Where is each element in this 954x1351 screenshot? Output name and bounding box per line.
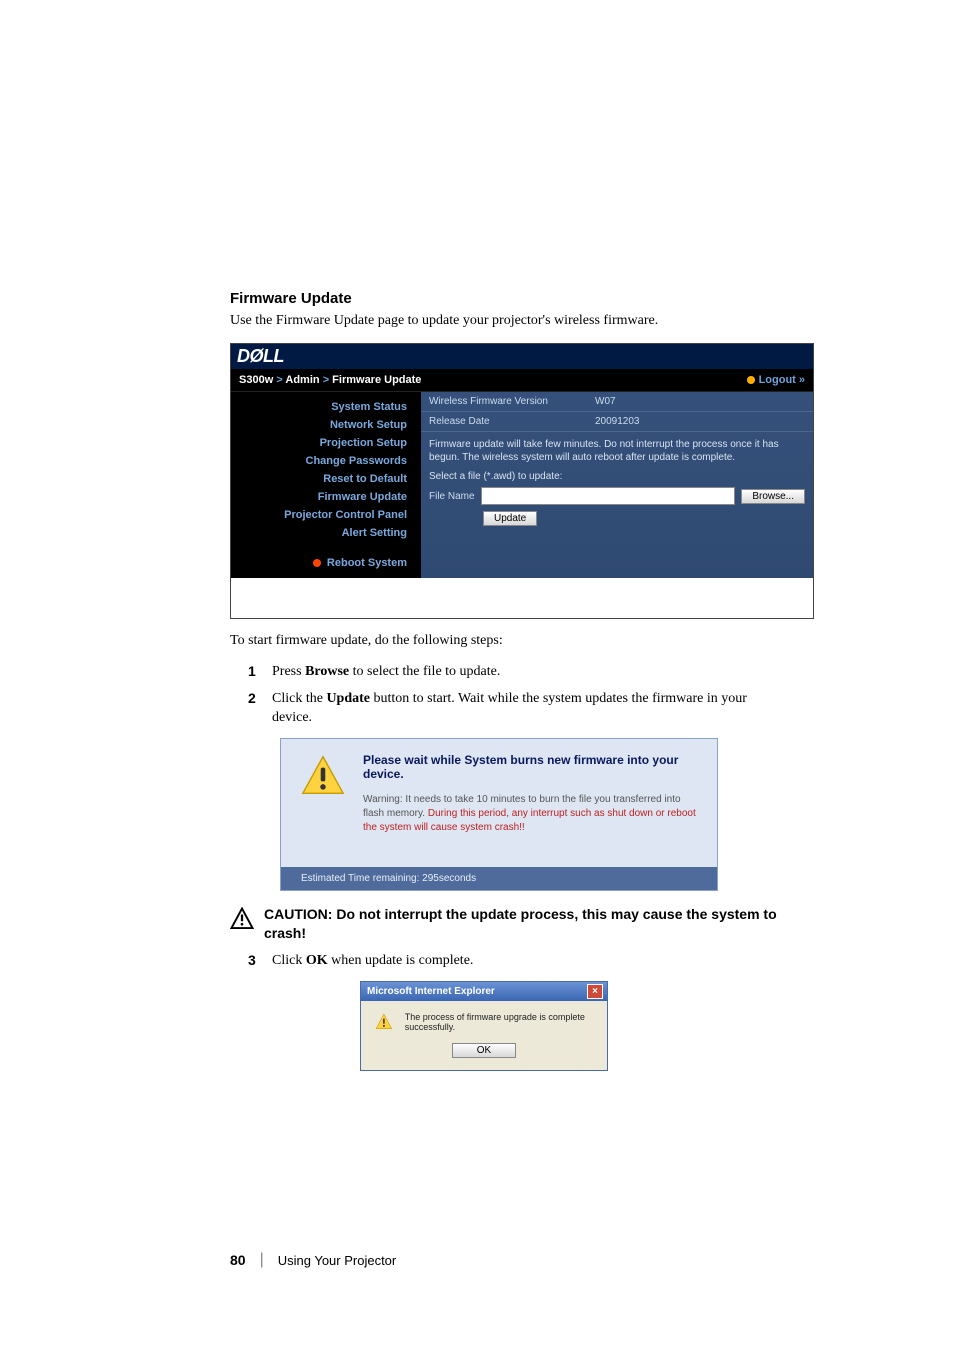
step-3: 3 Click OK when update is complete.: [248, 952, 784, 971]
filename-label: File Name: [429, 491, 475, 502]
warning-icon: [301, 753, 345, 845]
fw-version-value: W07: [587, 392, 813, 411]
progress-time-remaining: Estimated Time remaining: 295seconds: [281, 867, 717, 890]
crumb-admin[interactable]: Admin: [285, 374, 319, 386]
release-date-value: 20091203: [587, 412, 813, 431]
crumb-root[interactable]: S300w: [239, 374, 273, 386]
step-number: 1: [248, 663, 262, 682]
browse-button[interactable]: Browse...: [741, 489, 805, 504]
sidebar-item-reboot[interactable]: Reboot System: [231, 554, 421, 572]
sidebar-item-projector-control[interactable]: Projector Control Panel: [231, 506, 421, 524]
close-icon[interactable]: ×: [587, 984, 603, 999]
logout-link[interactable]: Logout »: [747, 374, 805, 386]
reboot-label: Reboot System: [327, 557, 407, 569]
crumb-current: Firmware Update: [332, 374, 421, 386]
footer-label: Using Your Projector: [278, 1253, 397, 1268]
step-2-pre: Click the: [272, 691, 326, 706]
dialog-title: Microsoft Internet Explorer: [367, 986, 495, 997]
sidebar-item-projection-setup[interactable]: Projection Setup: [231, 434, 421, 452]
page-footer: 80 | Using Your Projector: [230, 1251, 784, 1269]
alert-icon: [375, 1011, 393, 1033]
caution-block: CAUTION: Do not interrupt the update pro…: [230, 905, 784, 943]
sidebar: System Status Network Setup Projection S…: [231, 392, 421, 578]
caution-text: Do not interrupt the update process, thi…: [264, 906, 777, 941]
sidebar-item-change-passwords[interactable]: Change Passwords: [231, 452, 421, 470]
caution-label: CAUTION:: [264, 906, 336, 922]
step-1: 1 Press Browse to select the file to upd…: [248, 663, 784, 682]
sidebar-item-firmware-update[interactable]: Firmware Update: [231, 488, 421, 506]
step-1-pre: Press: [272, 664, 305, 679]
sidebar-item-reset-default[interactable]: Reset to Default: [231, 470, 421, 488]
intro-text: Use the Firmware Update page to update y…: [230, 313, 784, 329]
fw-warning-text: Firmware update will take few minutes. D…: [421, 432, 813, 464]
footer-separator: |: [260, 1251, 264, 1269]
logout-icon: [747, 376, 755, 384]
ok-button[interactable]: OK: [452, 1043, 516, 1058]
update-button[interactable]: Update: [483, 511, 537, 526]
page-number: 80: [230, 1252, 246, 1268]
step-1-bold: Browse: [305, 664, 349, 679]
step-number: 2: [248, 690, 262, 728]
steps-intro: To start firmware update, do the followi…: [230, 633, 784, 649]
caution-icon: [230, 907, 254, 943]
logout-label: Logout »: [759, 374, 805, 386]
content-pane: Wireless Firmware Version W07 Release Da…: [421, 392, 813, 578]
step-3-post: when update is complete.: [328, 953, 474, 968]
filename-input[interactable]: [481, 487, 736, 505]
section-heading: Firmware Update: [230, 290, 784, 307]
step-2: 2 Click the Update button to start. Wait…: [248, 690, 784, 728]
breadcrumb: S300w > Admin > Firmware Update Logout »: [231, 369, 813, 392]
sidebar-item-alert-setting[interactable]: Alert Setting: [231, 524, 421, 542]
step-3-pre: Click: [272, 953, 306, 968]
reboot-icon: [313, 559, 321, 567]
step-number: 3: [248, 952, 262, 971]
admin-footer: [231, 578, 813, 618]
fw-version-label: Wireless Firmware Version: [421, 392, 587, 411]
step-3-bold: OK: [306, 953, 328, 968]
dialog-message: The process of firmware upgrade is compl…: [405, 1012, 593, 1032]
release-date-label: Release Date: [421, 412, 587, 431]
ie-dialog: Microsoft Internet Explorer × The proces…: [360, 981, 608, 1071]
sidebar-item-network-setup[interactable]: Network Setup: [231, 416, 421, 434]
crumb-sep: >: [323, 374, 332, 386]
progress-dialog: Please wait while System burns new firmw…: [280, 738, 718, 891]
step-1-post: to select the file to update.: [349, 664, 500, 679]
step-2-bold: Update: [326, 691, 370, 706]
admin-window: DØLL S300w > Admin > Firmware Update Log…: [230, 343, 814, 619]
fw-select-text: Select a file (*.awd) to update:: [421, 464, 813, 483]
progress-title: Please wait while System burns new firmw…: [363, 753, 697, 781]
sidebar-item-system-status[interactable]: System Status: [231, 398, 421, 416]
dell-logo: DØLL: [231, 344, 813, 369]
